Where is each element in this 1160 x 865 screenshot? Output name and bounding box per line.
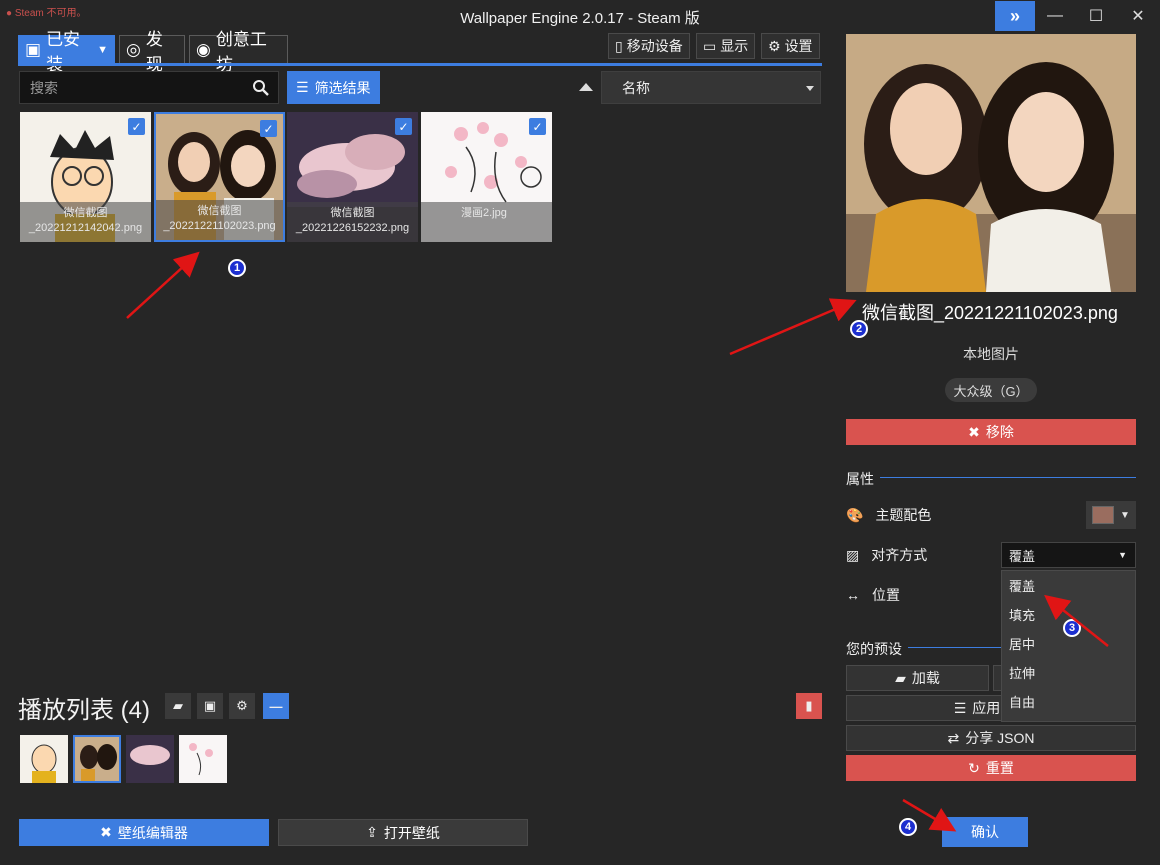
annotation-arrows xyxy=(126,251,1109,832)
annotation-arrow xyxy=(902,798,957,832)
annotation-arrow xyxy=(729,298,857,356)
annotation-arrow xyxy=(1044,594,1109,647)
annotation-arrow xyxy=(126,251,200,319)
